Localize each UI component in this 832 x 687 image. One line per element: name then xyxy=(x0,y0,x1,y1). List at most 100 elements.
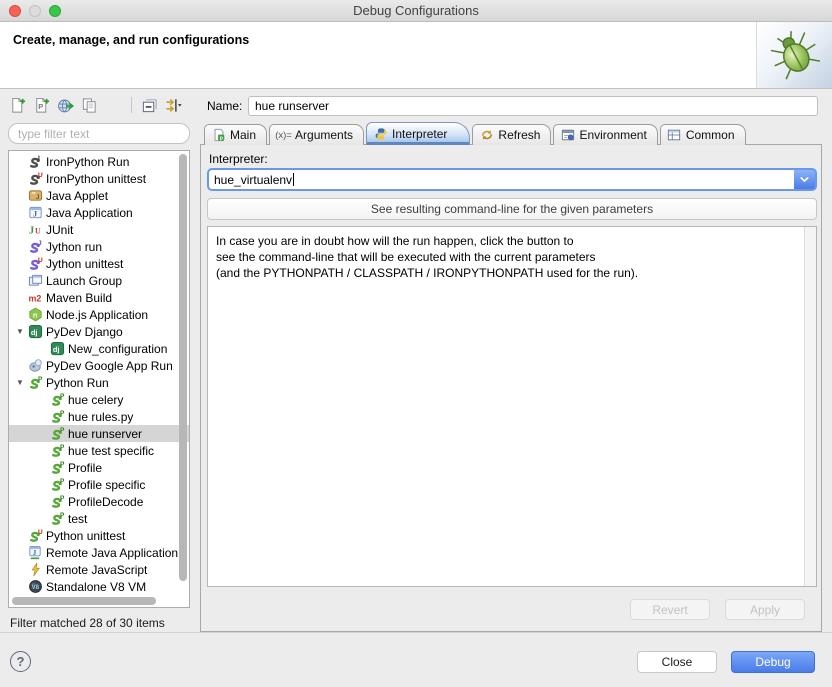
collapse-all-icon[interactable] xyxy=(140,96,159,115)
jython-unittest-icon: U xyxy=(27,256,43,272)
svg-text:dj: dj xyxy=(30,328,37,337)
tree-item-profiledecode[interactable]: PProfileDecode xyxy=(9,493,189,510)
tree-item-hue-runserver[interactable]: Phue runserver xyxy=(9,425,189,442)
tree-item-new-configuration[interactable]: dj New_configuration xyxy=(9,340,189,357)
svg-text:P: P xyxy=(37,376,42,383)
tree-item-pydev-django[interactable]: ▼djPyDev Django xyxy=(9,323,189,340)
configurations-panel: P IIronPython RunUIronPython unittestJJa… xyxy=(8,95,190,630)
new-prototype-icon[interactable]: P xyxy=(32,96,51,115)
tree-item-label: IronPython Run xyxy=(46,155,129,169)
tree-item-ironpython-unittest[interactable]: UIronPython unittest xyxy=(9,170,189,187)
svg-text:U: U xyxy=(37,172,42,179)
tab-refresh[interactable]: Refresh xyxy=(472,124,551,145)
chevron-down-icon[interactable] xyxy=(794,170,815,189)
configurations-tree: IIronPython RunUIronPython unittestJJava… xyxy=(8,150,190,608)
revert-button[interactable]: Revert xyxy=(630,599,710,620)
debug-button[interactable]: Debug xyxy=(731,651,815,673)
tab-common[interactable]: Common xyxy=(660,124,746,145)
svg-text:U: U xyxy=(37,529,42,536)
tree-item-java-application[interactable]: JJava Application xyxy=(9,204,189,221)
new-config-icon[interactable] xyxy=(8,96,27,115)
info-box-scrollbar[interactable] xyxy=(804,227,816,586)
interpreter-tab-icon xyxy=(373,127,388,142)
tree-item-label: Node.js Application xyxy=(46,308,148,322)
tab-label: Interpreter xyxy=(392,127,447,141)
tree-item-junit[interactable]: JUJUnit xyxy=(9,221,189,238)
tree-item-profile[interactable]: PProfile xyxy=(9,459,189,476)
tree-item-launch-group[interactable]: Launch Group xyxy=(9,272,189,289)
tree-item-hue-rules-py[interactable]: Phue rules.py xyxy=(9,408,189,425)
svg-text:n: n xyxy=(32,310,37,319)
duplicate-config-icon[interactable] xyxy=(80,96,99,115)
tree-item-java-applet[interactable]: JJava Applet xyxy=(9,187,189,204)
expander-icon[interactable]: ▼ xyxy=(13,327,27,336)
refresh-tab-icon xyxy=(479,128,494,143)
help-button[interactable]: ? xyxy=(10,651,31,672)
tree-vertical-scrollbar[interactable] xyxy=(179,154,188,594)
tree-item-label: New_configuration xyxy=(68,342,167,356)
python-run-icon: P xyxy=(49,392,65,408)
python-run-icon: P xyxy=(49,409,65,425)
see-command-line-button[interactable]: See resulting command-line for the given… xyxy=(207,198,817,220)
tree-item-label: Python Run xyxy=(46,376,109,390)
tree-item-jython-run[interactable]: JJython run xyxy=(9,238,189,255)
svg-text:I: I xyxy=(37,155,39,162)
tree-item-jython-unittest[interactable]: UJython unittest xyxy=(9,255,189,272)
svg-text:p: p xyxy=(219,136,222,142)
name-label: Name: xyxy=(207,99,242,113)
tree-item-label: hue celery xyxy=(68,393,123,407)
tab-arguments[interactable]: (x)=Arguments xyxy=(269,124,364,145)
tree-item-label: Java Applet xyxy=(46,189,108,203)
python-run-icon: P xyxy=(49,511,65,527)
tree-item-label: Launch Group xyxy=(46,274,122,288)
tab-interpreter[interactable]: Interpreter xyxy=(366,122,470,145)
interpreter-tab-content: Interpreter: hue_virtualenv See resultin… xyxy=(200,144,822,632)
name-input[interactable] xyxy=(248,96,818,116)
info-text-line: see the command-line that will be execut… xyxy=(216,249,808,265)
command-line-info-box: In case you are in doubt how will the ru… xyxy=(207,226,817,587)
main-tab-icon: p xyxy=(211,128,226,143)
svg-text:dj: dj xyxy=(52,345,59,354)
filter-config-icon[interactable] xyxy=(164,96,183,115)
tree-item-label: Jython run xyxy=(46,240,102,254)
tree-item-pydev-google-app-run[interactable]: PyDev Google App Run xyxy=(9,357,189,374)
tree-item-ironpython-run[interactable]: I IronPython Run xyxy=(9,153,189,170)
tree-item-remote-java-application[interactable]: JRemote Java Application xyxy=(9,544,189,561)
tree-item-hue-celery[interactable]: Phue celery xyxy=(9,391,189,408)
python-run-icon: P xyxy=(49,443,65,459)
python-run-icon: P xyxy=(49,460,65,476)
revert-apply-row: Revert Apply xyxy=(630,599,805,620)
tree-horizontal-scrollbar[interactable] xyxy=(12,597,176,605)
tree-item-profile-specific[interactable]: PProfile specific xyxy=(9,476,189,493)
tree-item-remote-javascript[interactable]: Remote JavaScript xyxy=(9,561,189,578)
tree-item-python-unittest[interactable]: UPython unittest xyxy=(9,527,189,544)
tab-environment[interactable]: Environment xyxy=(553,124,657,145)
tree-item-python-run[interactable]: ▼ P Python Run xyxy=(9,374,189,391)
tree-item-test[interactable]: Ptest xyxy=(9,510,189,527)
interpreter-combo[interactable]: hue_virtualenv xyxy=(207,168,817,191)
tree-item-maven-build[interactable]: m2Maven Build xyxy=(9,289,189,306)
pydev-django-icon: dj xyxy=(49,341,65,357)
python-run-icon: P xyxy=(49,477,65,493)
python-run-icon: P xyxy=(49,426,65,442)
apply-button[interactable]: Apply xyxy=(725,599,805,620)
close-button[interactable]: Close xyxy=(637,651,717,673)
tree-item-label: Maven Build xyxy=(46,291,112,305)
delete-config-icon[interactable] xyxy=(104,96,123,115)
launch-group-icon xyxy=(27,273,43,289)
tree-item-node-js-application[interactable]: n Node.js Application xyxy=(9,306,189,323)
expander-icon[interactable]: ▼ xyxy=(13,378,27,387)
export-config-icon[interactable] xyxy=(56,96,75,115)
tab-main[interactable]: pMain xyxy=(204,124,267,145)
tree-item-hue-test-specific[interactable]: Phue test specific xyxy=(9,442,189,459)
filter-input[interactable] xyxy=(8,123,190,144)
interpreter-combo-field[interactable]: hue_virtualenv xyxy=(209,170,794,189)
configuration-detail-panel: Name: pMain(x)=Arguments Interpreter Refre… xyxy=(200,95,824,632)
python-unittest-icon: U xyxy=(27,528,43,544)
jython-run-icon: J xyxy=(27,239,43,255)
tree-item-standalone-v8-vm[interactable]: V8Standalone V8 VM xyxy=(9,578,189,595)
python-run-icon: P xyxy=(49,494,65,510)
arguments-tab-icon: (x)= xyxy=(276,128,291,143)
launch-toolbar: P xyxy=(8,95,183,115)
maven-build-icon: m2 xyxy=(27,290,43,306)
